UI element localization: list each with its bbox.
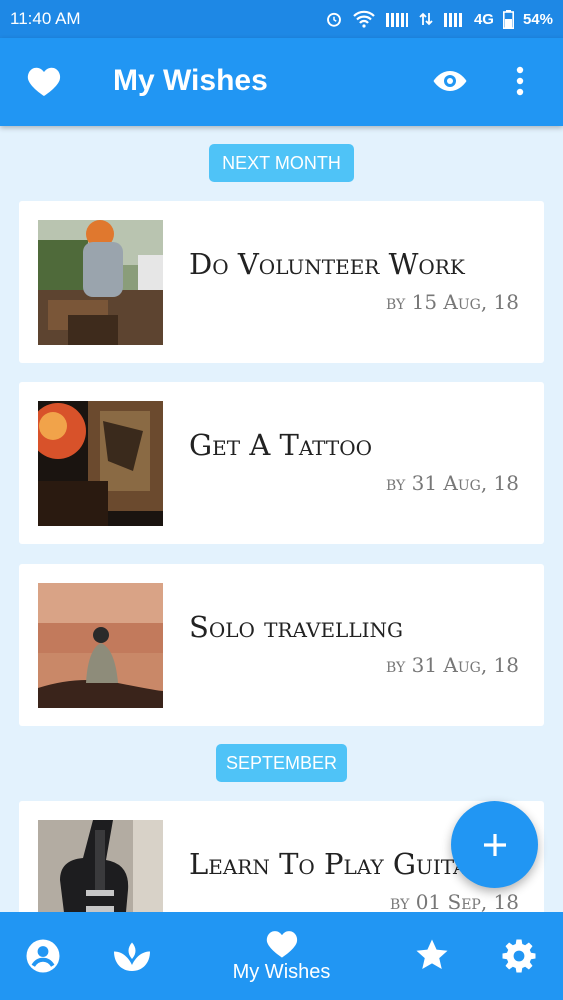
nav-my-wishes[interactable]: My Wishes: [221, 928, 342, 984]
wish-date: by 31 Aug, 18: [385, 653, 519, 677]
wish-list[interactable]: NEXT MONTH Do Volunteer Work by 15 Aug, …: [0, 126, 563, 912]
wish-card[interactable]: Solo travelling by 31 Aug, 18: [19, 564, 544, 726]
data-transfer-icon: [419, 12, 433, 26]
wifi-icon: [353, 10, 375, 28]
account-circle-icon: [26, 939, 60, 973]
nav-label-my-wishes: My Wishes: [232, 961, 331, 983]
signal-icon-2: [443, 13, 462, 27]
add-wish-button[interactable]: [451, 801, 538, 888]
wish-title: Learn To Play Guitar: [189, 847, 483, 881]
wish-title: Do Volunteer Work: [189, 247, 465, 281]
wish-image: [38, 220, 163, 345]
spa-icon: [114, 942, 150, 971]
plus-icon: [483, 833, 506, 856]
wish-card[interactable]: Do Volunteer Work by 15 Aug, 18: [19, 201, 544, 363]
heart-icon[interactable]: [26, 64, 62, 98]
wish-image: [38, 401, 163, 526]
signal-icon: [385, 13, 408, 27]
wish-image: [38, 583, 163, 708]
more-vert-icon[interactable]: [515, 66, 525, 96]
nav-profile[interactable]: [25, 938, 61, 974]
wish-date: by 15 Aug, 18: [385, 290, 519, 314]
heart-icon: [266, 931, 297, 958]
nav-settings[interactable]: [501, 938, 537, 974]
wish-date: by 31 Aug, 18: [385, 471, 519, 495]
section-header-september: SEPTEMBER: [216, 744, 347, 782]
wish-date: by 01 Sep, 18: [390, 890, 519, 912]
gear-icon: [502, 939, 536, 973]
battery-level: 54%: [522, 10, 553, 28]
battery-icon: [502, 9, 514, 29]
wish-title: Solo travelling: [189, 610, 403, 644]
wish-title: Get A Tattoo: [189, 428, 373, 462]
nav-favorites[interactable]: [414, 938, 450, 972]
alarm-icon: [327, 12, 341, 27]
network-type: 4G: [473, 10, 494, 28]
page-title: My Wishes: [113, 64, 268, 97]
nav-grow[interactable]: [112, 938, 152, 974]
eye-icon[interactable]: [432, 68, 468, 94]
section-header-next-month: NEXT MONTH: [209, 144, 354, 182]
status-bar: 11:40 AM 4G 54%: [0, 0, 563, 38]
wish-image: [38, 820, 163, 912]
bottom-navigation: My Wishes: [0, 912, 563, 1000]
star-icon: [416, 939, 448, 970]
status-time: 11:40 AM: [10, 9, 81, 28]
wish-card[interactable]: Get A Tattoo by 31 Aug, 18: [19, 382, 544, 544]
app-bar: My Wishes: [0, 38, 563, 126]
